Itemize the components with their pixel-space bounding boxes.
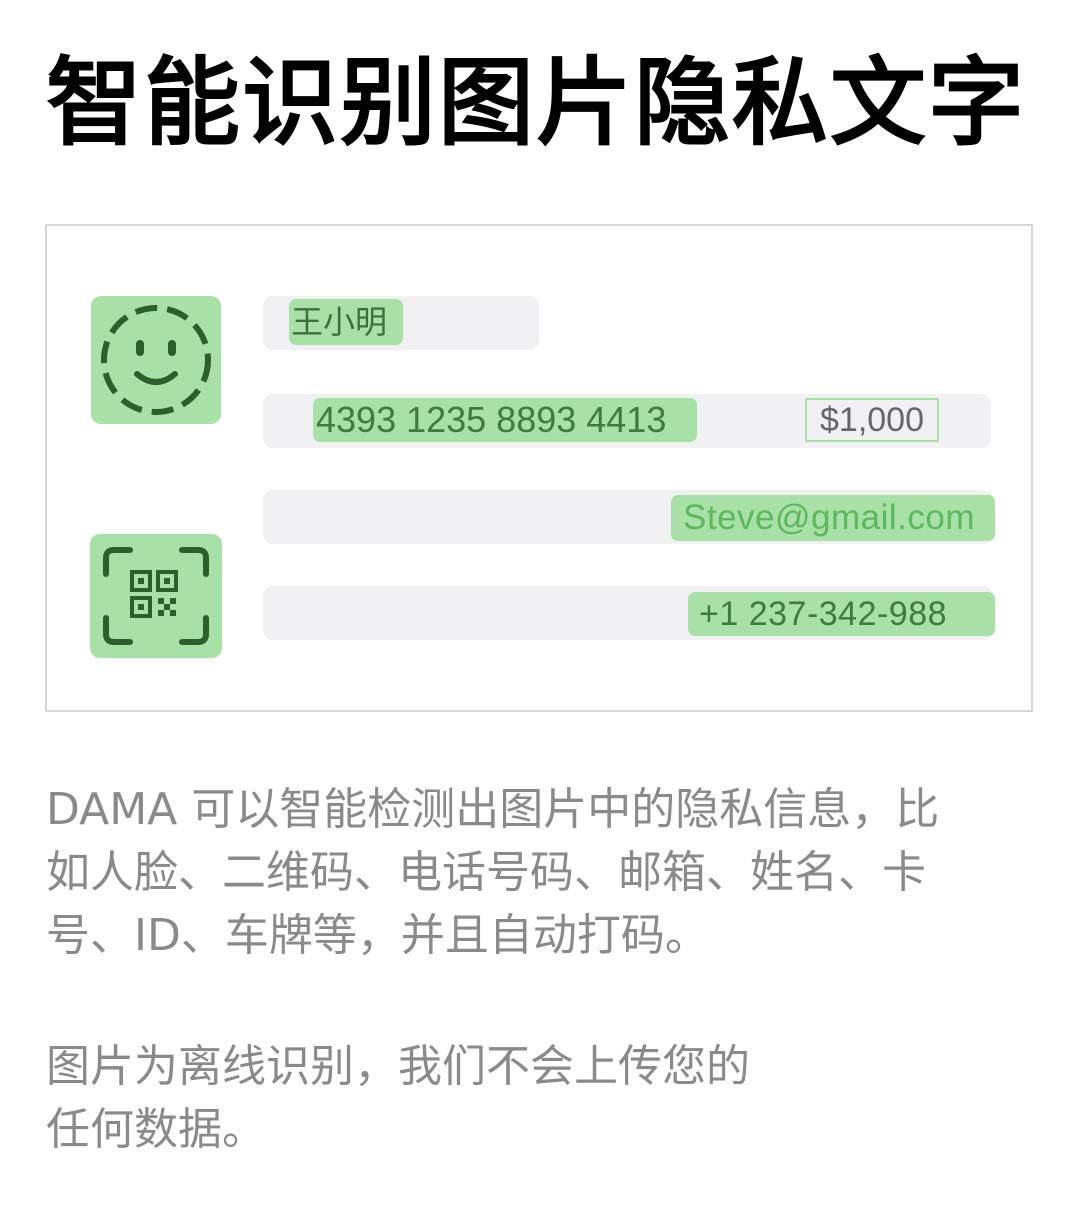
phone-highlight: +1 237-342-988 [688, 592, 995, 636]
privacy-detection-illustration: 王小明 4393 1235 8893 4413 $1,000 Steve@gma… [45, 224, 1033, 712]
offline-note-paragraph: 图片为离线识别，我们不会上传您的 任何数据。 [46, 1035, 1036, 1161]
offline-note-line: 任何数据。 [46, 1104, 266, 1155]
description-line: DAMA 可以智能检测出图片中的隐私信息，比 [46, 784, 940, 835]
face-id-icon [91, 296, 221, 424]
email-highlight: Steve@gmail.com [671, 495, 995, 541]
description-line: 号、ID、车牌等，并且自动打码。 [46, 910, 709, 961]
page-title: 智能识别图片隐私文字 [46, 47, 1026, 159]
card-number-highlight: 4393 1235 8893 4413 [313, 398, 697, 442]
name-highlight: 王小明 [289, 299, 403, 345]
qr-code-scan-icon [90, 534, 222, 658]
offline-note-line: 图片为离线识别，我们不会上传您的 [46, 1041, 750, 1092]
description-line: 如人脸、二维码、电话号码、邮箱、姓名、卡 [46, 847, 926, 898]
description-paragraph: DAMA 可以智能检测出图片中的隐私信息，比 如人脸、二维码、电话号码、邮箱、姓… [46, 778, 1036, 967]
amount-box: $1,000 [805, 398, 939, 442]
